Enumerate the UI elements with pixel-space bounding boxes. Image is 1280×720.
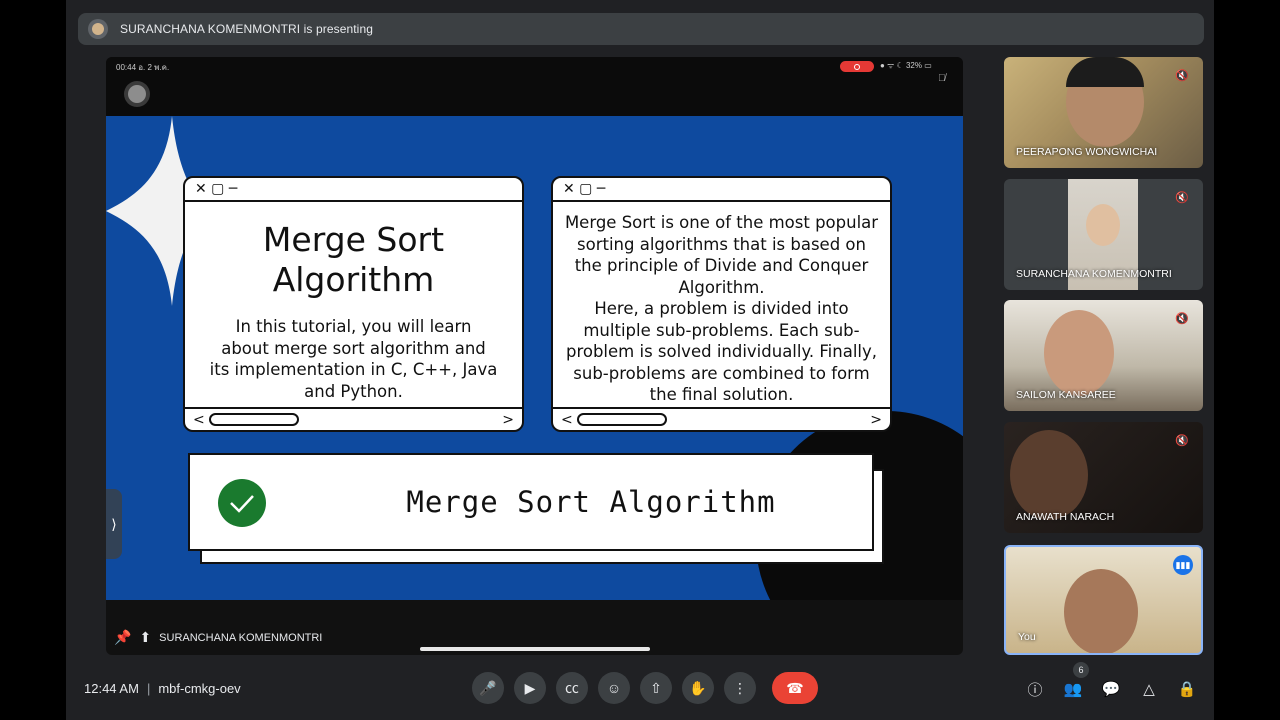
present-screen-icon: ⬆ [139,629,152,645]
scroll-left-icon: < [193,411,205,428]
scroll-thumb [209,413,299,426]
separator: | [146,681,151,696]
text-line: Algorithm. [678,277,765,297]
participant-name: SAILOM KANSAREE [1016,389,1116,401]
raise-hand-button[interactable]: ✋ [682,672,714,704]
clock-time: 12:44 AM [84,681,139,696]
mic-off-icon: 🔇 [1175,70,1189,82]
scroll-right-icon: > [502,411,514,428]
assistive-touch-icon [124,81,150,107]
text-line: about merge sort algorithm and [221,338,486,358]
participant-video [1010,430,1088,520]
mic-off-icon: 🔇 [1175,435,1189,447]
presenting-banner: SURANCHANA KOMENMONTRI is presenting [78,13,1204,45]
scroll-left-icon: < [561,411,573,428]
mic-button[interactable]: 🎤 [472,672,504,704]
expand-panel-button[interactable]: ⟩ [106,489,122,559]
scroll-right-icon: > [870,411,882,428]
phone-status-bar: 00:44 อ. 2 พ.ค. ● ᯤ ☾ 32% ▭ 🎙̸ [106,57,963,117]
emoji-button[interactable]: ☺ [598,672,630,704]
intro-window: ✕ ▢ ─ Merge Sort Algorithm In this tutor… [183,176,524,432]
slide-title: Merge Sort Algorithm [185,220,522,300]
captions-button[interactable]: ㏄ [556,672,588,704]
participant-count-badge: 6 [1073,662,1089,678]
slide: ✕ ▢ ─ Merge Sort Algorithm In this tutor… [106,116,963,600]
text-line: multiple sub-problems. Each sub- [583,320,860,340]
scroll-thumb [577,413,667,426]
camera-button[interactable]: ▶ [514,672,546,704]
participant-tile[interactable]: 🔇 SAILOM KANSAREE [1004,300,1203,411]
intro-text: In this tutorial, you will learn about m… [197,316,510,402]
mic-off-icon: 🔇 [1175,313,1189,325]
call-controls: 🎤 ▶ ㏄ ☺ ⇧ ✋ ⋮ ☎ [472,672,818,704]
speaking-indicator-icon: ▮▮▮ [1173,555,1193,575]
window-scrollbar: < > [185,407,522,430]
presenter-avatar [88,19,108,39]
window-titlebar: ✕ ▢ ─ [185,178,522,202]
definition-window: ✕ ▢ ─ Merge Sort is one of the most popu… [551,176,892,432]
participant-name: ANAWATH NARACH [1016,511,1115,523]
present-button[interactable]: ⇧ [640,672,672,704]
info-icon[interactable]: ⓘ [1024,678,1046,700]
card-label: Merge Sort Algorithm [406,485,776,519]
text-line: the final solution. [649,385,794,404]
participant-video [1064,569,1138,653]
text-line: Here, a problem is divided into [594,299,849,318]
definition-text: Merge Sort is one of the most popular so… [557,212,886,406]
title-line: Algorithm [272,260,435,299]
text-line: and Python. [304,381,403,401]
mic-off-icon: 🔇 [1175,192,1189,204]
side-controls: ⓘ 👥 💬 △ 🔒 [1024,678,1198,700]
host-controls-icon[interactable]: 🔒 [1176,678,1198,700]
participant-name: SURANCHANA KOMENMONTRI [1016,268,1172,280]
participant-face [1086,204,1120,246]
phone-home-indicator [420,647,650,651]
stage-mic-off-icon: 🎙̸ [938,73,946,84]
phone-time: 00:44 อ. 2 พ.ค. [116,63,170,72]
presentation-stage[interactable]: 00:44 อ. 2 พ.ค. ● ᯤ ☾ 32% ▭ 🎙̸ ✕ ▢ ─ Mer… [106,57,963,655]
participant-name: PEERAPONG WONGWICHAI [1016,146,1158,158]
participant-video [1044,310,1114,396]
text-line: Merge Sort is one of the most popular [564,213,879,232]
meeting-info: 12:44 AM | mbf-cmkg-oev [84,681,241,696]
topic-card: Merge Sort Algorithm [188,453,874,551]
participant-tile[interactable]: 🔇 SURANCHANA KOMENMONTRI [1004,179,1203,290]
window-scrollbar: < > [553,407,890,430]
meet-window: SURANCHANA KOMENMONTRI is presenting 00:… [66,0,1214,720]
record-icon [840,61,874,72]
text-line: its implementation in C, C++, Java [209,360,498,379]
text-line: sorting algorithms that is based on [577,234,866,254]
end-call-button[interactable]: ☎ [772,672,818,704]
phone-battery: ● ᯤ ☾ 32% ▭ [880,61,932,70]
people-icon[interactable]: 👥 [1062,678,1084,700]
chat-icon[interactable]: 💬 [1100,678,1122,700]
pin-icon[interactable]: 📌 [114,629,131,646]
text-line: the principle of Divide and Conquer [574,256,869,275]
participant-tile[interactable]: 🔇 PEERAPONG WONGWICHAI [1004,57,1203,168]
participant-hair [1066,57,1144,87]
title-line: Merge Sort [262,220,445,259]
participant-tile[interactable]: 🔇 ANAWATH NARACH [1004,422,1203,533]
text-line: problem is solved individually. Finally, [565,342,878,361]
text-line: sub-problems are combined to form [573,363,870,383]
participant-name: You [1018,631,1036,643]
text-line: In this tutorial, you will learn [235,317,472,336]
meeting-code[interactable]: mbf-cmkg-oev [158,681,240,696]
more-options-button[interactable]: ⋮ [724,672,756,704]
window-titlebar: ✕ ▢ ─ [553,178,890,202]
activities-icon[interactable]: △ [1138,678,1160,700]
presenting-text: SURANCHANA KOMENMONTRI is presenting [120,22,373,36]
control-bar: 12:44 AM | mbf-cmkg-oev 🎤 ▶ ㏄ ☺ ⇧ ✋ ⋮ ☎ 6 … [66,660,1214,720]
presenter-name: SURANCHANA KOMENMONTRI [159,631,323,644]
battery-text: 32% [905,61,922,70]
presenter-label: 📌 ⬆ SURANCHANA KOMENMONTRI [114,629,322,646]
self-tile[interactable]: ▮▮▮ You [1004,545,1203,655]
